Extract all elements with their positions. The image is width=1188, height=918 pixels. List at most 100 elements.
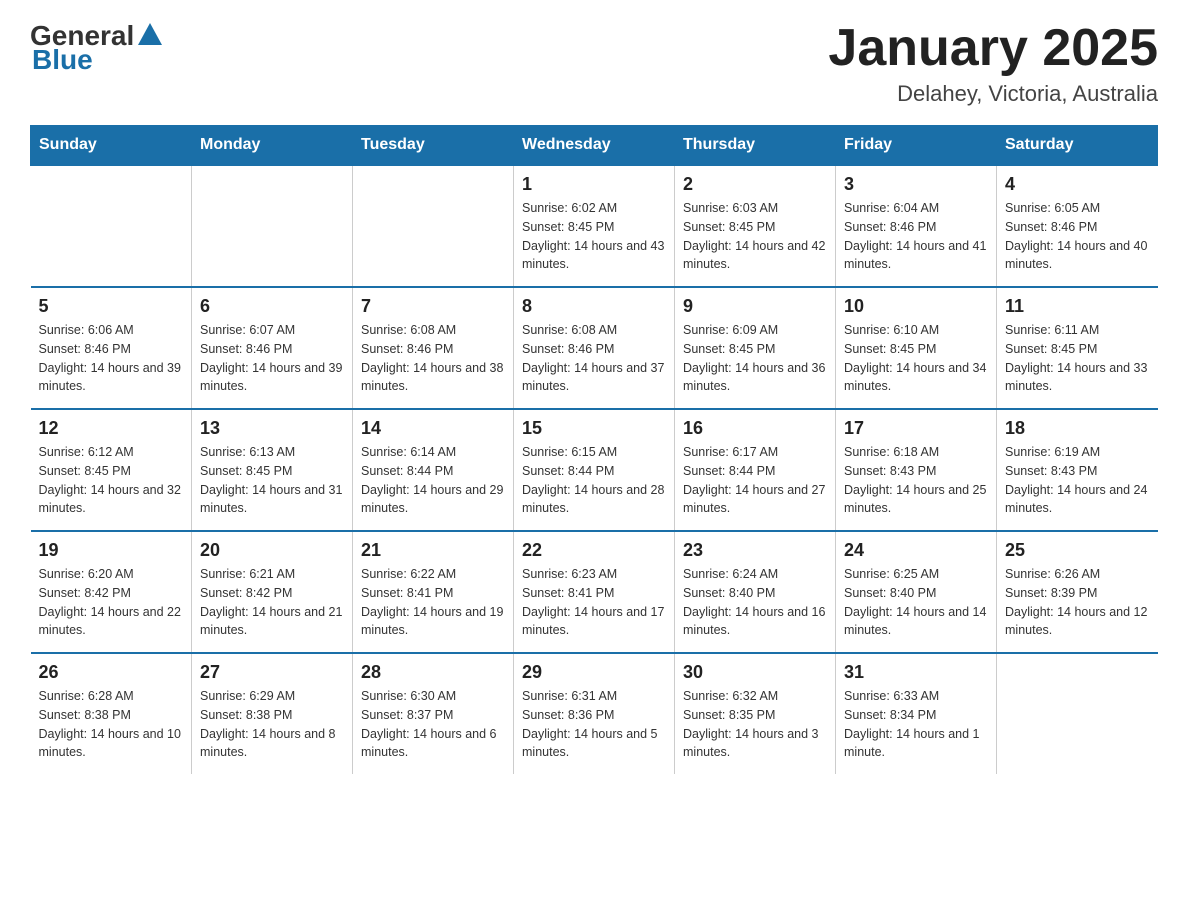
day-header-monday: Monday [192,126,353,166]
calendar-table: SundayMondayTuesdayWednesdayThursdayFrid… [30,125,1158,774]
day-cell: 9 Sunrise: 6:09 AMSunset: 8:45 PMDaylight… [675,287,836,409]
day-number: 19 [39,540,184,561]
day-info: Sunrise: 6:03 AMSunset: 8:45 PMDaylight:… [683,199,827,274]
day-number: 12 [39,418,184,439]
day-number: 11 [1005,296,1150,317]
day-header-thursday: Thursday [675,126,836,166]
day-number: 6 [200,296,344,317]
day-cell: 14 Sunrise: 6:14 AMSunset: 8:44 PMDayligh… [353,409,514,531]
day-number: 17 [844,418,988,439]
day-info: Sunrise: 6:08 AMSunset: 8:46 PMDaylight:… [522,321,666,396]
day-info: Sunrise: 6:32 AMSunset: 8:35 PMDaylight:… [683,687,827,762]
week-row-3: 12 Sunrise: 6:12 AMSunset: 8:45 PMDayligh… [31,409,1158,531]
week-row-5: 26 Sunrise: 6:28 AMSunset: 8:38 PMDayligh… [31,653,1158,774]
day-number: 24 [844,540,988,561]
day-number: 2 [683,174,827,195]
day-info: Sunrise: 6:02 AMSunset: 8:45 PMDaylight:… [522,199,666,274]
day-cell: 28Sunrise: 6:30 AMSunset: 8:37 PMDayligh… [353,653,514,774]
day-cell: 27Sunrise: 6:29 AMSunset: 8:38 PMDayligh… [192,653,353,774]
day-number: 30 [683,662,827,683]
day-info: Sunrise: 6:14 AMSunset: 8:44 PMDaylight:… [361,443,505,518]
day-info: Sunrise: 6:15 AMSunset: 8:44 PMDaylight:… [522,443,666,518]
day-info: Sunrise: 6:10 AMSunset: 8:45 PMDaylight:… [844,321,988,396]
day-cell: 8 Sunrise: 6:08 AMSunset: 8:46 PMDaylight… [514,287,675,409]
day-cell: 26 Sunrise: 6:28 AMSunset: 8:38 PMDayligh… [31,653,192,774]
day-info: Sunrise: 6:26 AMSunset: 8:39 PMDaylight:… [1005,565,1150,640]
day-cell: 29 Sunrise: 6:31 AMSunset: 8:36 PMDayligh… [514,653,675,774]
day-number: 28 [361,662,505,683]
day-cell: 1 Sunrise: 6:02 AMSunset: 8:45 PMDaylight… [514,165,675,287]
day-number: 8 [522,296,666,317]
day-number: 21 [361,540,505,561]
page-header: General Blue January 2025 Delahey, Victo… [30,20,1158,107]
day-cell [31,165,192,287]
day-number: 29 [522,662,666,683]
day-number: 1 [522,174,666,195]
day-number: 18 [1005,418,1150,439]
day-cell: 6 Sunrise: 6:07 AMSunset: 8:46 PMDaylight… [192,287,353,409]
day-cell: 7 Sunrise: 6:08 AMSunset: 8:46 PMDaylight… [353,287,514,409]
day-info: Sunrise: 6:07 AMSunset: 8:46 PMDaylight:… [200,321,344,396]
day-cell: 22Sunrise: 6:23 AMSunset: 8:41 PMDayligh… [514,531,675,653]
week-row-1: 1 Sunrise: 6:02 AMSunset: 8:45 PMDaylight… [31,165,1158,287]
day-cell: 23Sunrise: 6:24 AMSunset: 8:40 PMDayligh… [675,531,836,653]
day-number: 9 [683,296,827,317]
title-section: January 2025 Delahey, Victoria, Australi… [828,20,1158,107]
day-number: 20 [200,540,344,561]
day-number: 7 [361,296,505,317]
day-cell: 5 Sunrise: 6:06 AMSunset: 8:46 PMDaylight… [31,287,192,409]
day-info: Sunrise: 6:29 AMSunset: 8:38 PMDaylight:… [200,687,344,762]
day-cell: 21Sunrise: 6:22 AMSunset: 8:41 PMDayligh… [353,531,514,653]
day-cell [192,165,353,287]
day-info: Sunrise: 6:08 AMSunset: 8:46 PMDaylight:… [361,321,505,396]
day-info: Sunrise: 6:19 AMSunset: 8:43 PMDaylight:… [1005,443,1150,518]
day-cell: 24 Sunrise: 6:25 AMSunset: 8:40 PMDayligh… [836,531,997,653]
calendar-title: January 2025 [828,20,1158,77]
day-number: 31 [844,662,988,683]
day-info: Sunrise: 6:04 AMSunset: 8:46 PMDaylight:… [844,199,988,274]
day-info: Sunrise: 6:12 AMSunset: 8:45 PMDaylight:… [39,443,184,518]
day-cell: 20Sunrise: 6:21 AMSunset: 8:42 PMDayligh… [192,531,353,653]
days-header-row: SundayMondayTuesdayWednesdayThursdayFrid… [31,126,1158,166]
day-cell [997,653,1158,774]
day-info: Sunrise: 6:28 AMSunset: 8:38 PMDaylight:… [39,687,184,762]
day-info: Sunrise: 6:25 AMSunset: 8:40 PMDaylight:… [844,565,988,640]
day-cell: 3 Sunrise: 6:04 AMSunset: 8:46 PMDaylight… [836,165,997,287]
day-cell: 15Sunrise: 6:15 AMSunset: 8:44 PMDayligh… [514,409,675,531]
day-info: Sunrise: 6:11 AMSunset: 8:45 PMDaylight:… [1005,321,1150,396]
day-info: Sunrise: 6:06 AMSunset: 8:46 PMDaylight:… [39,321,184,396]
day-info: Sunrise: 6:17 AMSunset: 8:44 PMDaylight:… [683,443,827,518]
day-header-sunday: Sunday [31,126,192,166]
day-cell: 30 Sunrise: 6:32 AMSunset: 8:35 PMDayligh… [675,653,836,774]
day-cell: 31 Sunrise: 6:33 AMSunset: 8:34 PMDayligh… [836,653,997,774]
day-cell: 11 Sunrise: 6:11 AMSunset: 8:45 PMDayligh… [997,287,1158,409]
day-info: Sunrise: 6:24 AMSunset: 8:40 PMDaylight:… [683,565,827,640]
day-number: 5 [39,296,184,317]
day-header-saturday: Saturday [997,126,1158,166]
day-info: Sunrise: 6:18 AMSunset: 8:43 PMDaylight:… [844,443,988,518]
day-header-tuesday: Tuesday [353,126,514,166]
day-number: 3 [844,174,988,195]
logo: General Blue [30,20,166,76]
day-number: 25 [1005,540,1150,561]
calendar-subtitle: Delahey, Victoria, Australia [828,81,1158,107]
day-info: Sunrise: 6:23 AMSunset: 8:41 PMDaylight:… [522,565,666,640]
day-info: Sunrise: 6:05 AMSunset: 8:46 PMDaylight:… [1005,199,1150,274]
day-number: 26 [39,662,184,683]
day-cell: 13Sunrise: 6:13 AMSunset: 8:45 PMDayligh… [192,409,353,531]
day-header-wednesday: Wednesday [514,126,675,166]
day-cell: 10Sunrise: 6:10 AMSunset: 8:45 PMDayligh… [836,287,997,409]
day-info: Sunrise: 6:33 AMSunset: 8:34 PMDaylight:… [844,687,988,762]
day-info: Sunrise: 6:31 AMSunset: 8:36 PMDaylight:… [522,687,666,762]
day-cell: 12 Sunrise: 6:12 AMSunset: 8:45 PMDayligh… [31,409,192,531]
day-number: 14 [361,418,505,439]
day-info: Sunrise: 6:20 AMSunset: 8:42 PMDaylight:… [39,565,184,640]
day-cell: 19 Sunrise: 6:20 AMSunset: 8:42 PMDayligh… [31,531,192,653]
day-cell: 17 Sunrise: 6:18 AMSunset: 8:43 PMDayligh… [836,409,997,531]
day-cell: 25 Sunrise: 6:26 AMSunset: 8:39 PMDayligh… [997,531,1158,653]
day-info: Sunrise: 6:09 AMSunset: 8:45 PMDaylight:… [683,321,827,396]
week-row-4: 19 Sunrise: 6:20 AMSunset: 8:42 PMDayligh… [31,531,1158,653]
day-header-friday: Friday [836,126,997,166]
day-cell: 18 Sunrise: 6:19 AMSunset: 8:43 PMDayligh… [997,409,1158,531]
week-row-2: 5 Sunrise: 6:06 AMSunset: 8:46 PMDaylight… [31,287,1158,409]
